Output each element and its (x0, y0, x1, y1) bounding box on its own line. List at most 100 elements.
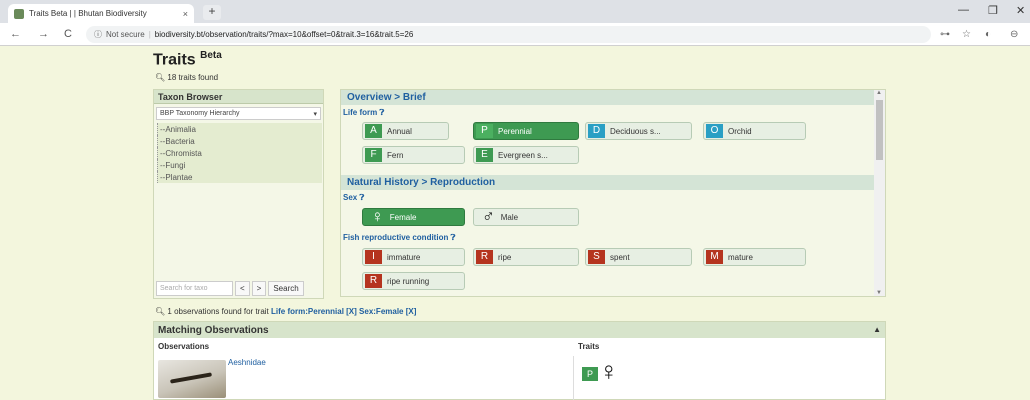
tree-item-label: Fungi (165, 160, 186, 170)
chip-ripe[interactable]: Rripe (473, 248, 579, 266)
prev-button[interactable]: < (235, 281, 250, 296)
close-window-icon[interactable]: ✕ (1016, 4, 1025, 17)
female-icon: ♀ (371, 208, 384, 226)
perennial-trait-icon[interactable]: P (582, 367, 598, 381)
observation-link[interactable]: Aeshnidae (228, 358, 266, 367)
female-trait-icon[interactable]: ♀ (599, 358, 619, 384)
scroll-up-icon[interactable]: ▲ (876, 90, 882, 96)
life-form-icon: F (365, 148, 382, 162)
chip-fern[interactable]: F Fern (362, 146, 465, 164)
minimize-icon[interactable]: — (958, 4, 969, 16)
life-form-icon: A (365, 124, 382, 138)
tree-item-label: Animalia (165, 124, 197, 134)
chip-label: Perennial (498, 126, 532, 136)
page-content: Traits Beta 🔍︎ 18 traits found Taxon Bro… (0, 46, 1030, 400)
tree-item-plantae[interactable]: -- Plantae (157, 171, 322, 183)
found-traits-filter[interactable]: Life form:Perennial [X] Sex:Female [X] (271, 307, 416, 316)
chip-label: Male (500, 212, 519, 222)
reload-icon[interactable]: C (64, 28, 72, 40)
profile-icon[interactable]: ⊖ (1010, 29, 1018, 40)
info-icon[interactable]: ⓘ (94, 29, 102, 40)
forward-icon[interactable]: → (38, 28, 49, 40)
next-button[interactable]: > (251, 281, 267, 296)
maximize-icon[interactable]: ❐ (988, 4, 998, 17)
col-traits: Traits (578, 342, 600, 351)
hierarchy-select-value: BBP Taxonomy Hierarchy (160, 110, 240, 117)
traits-found-count: 🔍︎ 18 traits found (155, 73, 218, 82)
address-bar: ← → C ⓘ Not secure | biodiversity.bt/obs… (0, 23, 1030, 46)
fish-trait-icon: S (588, 250, 605, 264)
taxon-browser-heading: Taxon Browser (154, 90, 323, 104)
found-prefix: 1 observations found for trait (167, 307, 269, 316)
new-tab-button[interactable]: + (203, 5, 221, 20)
search-icon: 🔍︎ (155, 307, 166, 316)
browser-tab[interactable]: Traits Beta | | Bhutan Biodiversity × (8, 4, 194, 23)
observations-found-line: 🔍︎ 1 observations found for trait Life f… (155, 307, 416, 316)
chip-orchid[interactable]: O Orchid (703, 122, 806, 140)
page-title-text: Traits (153, 51, 196, 69)
chip-female[interactable]: ♀ Female (362, 208, 465, 226)
scroll-down-icon[interactable]: ▼ (876, 290, 882, 296)
table-row: Aeshnidae P ♀ (154, 356, 885, 400)
chip-spent[interactable]: Sspent (585, 248, 692, 266)
chip-label: ripe running (387, 276, 430, 286)
life-form-icon: O (706, 124, 723, 138)
favicon-icon (14, 8, 24, 19)
url-text: biodiversity.bt/observation/traits/?max=… (154, 30, 414, 39)
col-observations: Observations (158, 342, 210, 351)
observation-cell: Aeshnidae (154, 356, 574, 400)
tab-title: Traits Beta | | Bhutan Biodiversity (29, 9, 147, 18)
chip-label: Female (389, 212, 417, 222)
chip-deciduous[interactable]: D Deciduous s... (585, 122, 692, 140)
tree-item-animalia[interactable]: -- Animalia (157, 123, 322, 135)
taxon-search-button[interactable]: Search (268, 281, 304, 296)
matching-observations-heading: Matching Observations ▲ (154, 322, 885, 338)
fish-trait-icon: R (365, 274, 382, 288)
url-field[interactable]: ⓘ Not secure | biodiversity.bt/observati… (86, 26, 931, 43)
chip-label: Fern (387, 150, 404, 160)
tree-item-label: Chromista (165, 148, 202, 158)
chip-label: Deciduous s... (610, 126, 661, 136)
chip-label: spent (610, 252, 630, 262)
life-form-icon: D (588, 124, 605, 138)
chip-evergreen[interactable]: E Evergreen s... (473, 146, 579, 164)
chip-male[interactable]: ♂ Male (473, 208, 579, 226)
life-form-icon: E (476, 148, 493, 162)
collapse-icon[interactable]: ▲ (873, 325, 881, 334)
chip-label: Evergreen s... (498, 150, 548, 160)
help-icon[interactable]: ❓︎ (359, 193, 364, 202)
tab-bar: Traits Beta | | Bhutan Biodiversity × + … (0, 0, 1030, 23)
back-icon[interactable]: ← (10, 28, 21, 40)
life-form-icon: P (476, 124, 493, 138)
section-heading-overview: Overview > Brief (341, 90, 875, 105)
tree-item-fungi[interactable]: -- Fungi (157, 159, 322, 171)
chip-annual[interactable]: A Annual (362, 122, 449, 140)
tree-item-bacteria[interactable]: -- Bacteria (157, 135, 322, 147)
help-icon[interactable]: ❓︎ (451, 233, 456, 242)
scroll-thumb[interactable] (876, 100, 883, 160)
matching-heading-text: Matching Observations (158, 325, 269, 336)
matching-observations: Matching Observations ▲ Observations Tra… (153, 321, 886, 400)
section-heading-reproduction: Natural History > Reproduction (341, 175, 875, 190)
fish-trait-icon: R (476, 250, 493, 264)
chip-label: immature (387, 252, 421, 262)
traits-scrollbar[interactable]: ▲ ▼ (874, 90, 885, 296)
observation-thumbnail[interactable] (158, 360, 226, 398)
chip-immature[interactable]: Iimmature (362, 248, 465, 266)
tree-item-chromista[interactable]: -- Chromista (157, 147, 322, 159)
chip-perennial[interactable]: P Perennial (473, 122, 579, 140)
chip-mature[interactable]: Mmature (703, 248, 806, 266)
bookmark-star-icon[interactable]: ☆ (962, 29, 971, 40)
male-icon: ♂ (482, 208, 495, 226)
hierarchy-select[interactable]: BBP Taxonomy Hierarchy ▾ (156, 107, 321, 120)
taxon-search-input[interactable]: Search for taxo (156, 281, 233, 296)
chip-ripe-running[interactable]: Rripe running (362, 272, 465, 290)
extension-icon[interactable]: ◐ (985, 29, 991, 40)
beta-badge: Beta (200, 50, 222, 61)
fish-trait-icon: M (706, 250, 723, 264)
not-secure-label: Not secure (106, 30, 145, 39)
key-icon[interactable]: ⊶ (940, 29, 950, 40)
help-icon[interactable]: ❓︎ (379, 108, 384, 117)
tab-close-icon[interactable]: × (183, 9, 188, 19)
chip-label: ripe (498, 252, 512, 262)
